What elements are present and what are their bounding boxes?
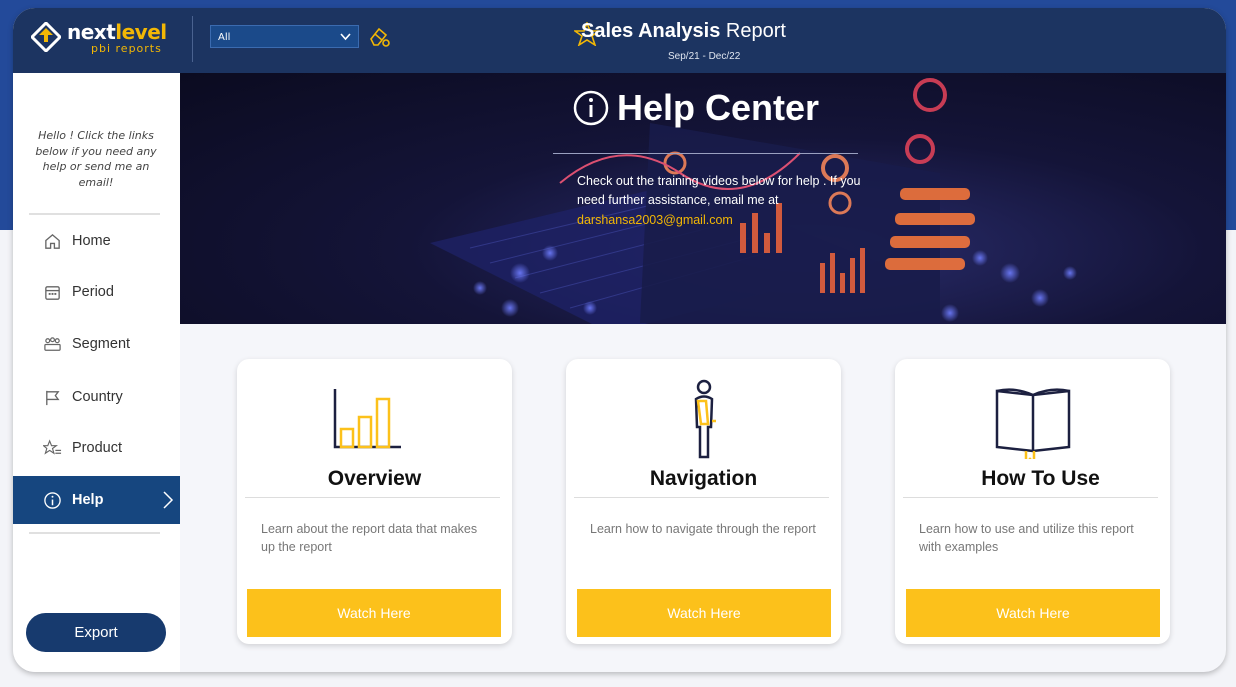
sidebar-item-label: Period	[72, 284, 114, 300]
sidebar-divider	[29, 213, 160, 215]
logo-diamond-icon	[31, 22, 61, 52]
export-button[interactable]: Export	[26, 613, 166, 652]
banner-divider	[553, 153, 858, 154]
brand-tagline: pbi reports	[91, 42, 162, 55]
sidebar-item-label: Help	[72, 492, 104, 508]
help-banner: Help Center Check out the training video…	[180, 73, 1226, 324]
report-title-block: Sales Analysis Report Sep/21 - Dec/22	[543, 20, 843, 70]
sidebar-item-label: Product	[72, 440, 122, 456]
card-divider	[245, 497, 500, 498]
report-period: Sep/21 - Dec/22	[668, 51, 741, 62]
sidebar-item-period[interactable]: Period	[13, 268, 180, 316]
sidebar-item-help[interactable]: Help	[13, 476, 180, 524]
help-message: Check out the training videos below for …	[577, 174, 861, 207]
header-divider	[192, 16, 193, 62]
flag-icon	[46, 390, 60, 405]
person-icon	[694, 379, 716, 459]
help-email-link[interactable]: darshansa2003@gmail.com	[577, 213, 733, 227]
watch-navigation-button[interactable]: Watch Here	[577, 589, 831, 637]
chevron-right-icon	[163, 491, 174, 509]
header: nextlevel pbi reports All Sales Analysis…	[13, 8, 1226, 73]
watch-overview-button[interactable]: Watch Here	[247, 589, 501, 637]
bar-chart-icon	[333, 389, 401, 449]
sidebar-item-segment[interactable]: Segment	[13, 320, 180, 368]
info-icon	[44, 491, 61, 509]
info-icon	[573, 90, 609, 126]
sidebar-item-product[interactable]: Product	[13, 424, 180, 472]
sidebar-item-country[interactable]: Country	[13, 373, 180, 421]
overview-card: Overview Learn about the report data tha…	[237, 359, 512, 644]
sidebar-item-label: Country	[72, 389, 123, 405]
logo: nextlevel pbi reports	[31, 20, 191, 60]
card-title: How To Use	[981, 467, 1100, 490]
home-icon	[45, 233, 60, 249]
star-list-icon	[43, 438, 62, 455]
slicer-value: All	[218, 32, 231, 43]
how-to-use-card: How To Use Learn how to use and utilize …	[895, 359, 1170, 644]
navigation-card: Navigation Learn how to navigate through…	[566, 359, 841, 644]
report-title: Sales Analysis Report	[581, 20, 786, 42]
help-center-title: Help Center	[573, 87, 819, 129]
sidebar-greeting: Hello ! Click the links below if you nee…	[35, 129, 157, 189]
sidebar-divider	[29, 532, 160, 534]
clear-filter-icon[interactable]	[367, 25, 391, 49]
card-divider	[903, 497, 1158, 498]
card-divider	[574, 497, 829, 498]
card-title: Navigation	[649, 467, 758, 490]
filter-slicer[interactable]: All	[210, 25, 359, 48]
brand-name: nextlevel	[67, 20, 167, 44]
card-description: Learn how to use and utilize this report…	[919, 522, 1134, 554]
report-frame: nextlevel pbi reports All Sales Analysis…	[13, 8, 1226, 672]
group-icon	[44, 336, 61, 351]
watch-how-to-use-button[interactable]: Watch Here	[906, 589, 1160, 637]
book-icon	[995, 388, 1071, 459]
card-title: Overview	[327, 467, 422, 490]
sidebar-item-label: Segment	[72, 336, 131, 352]
card-description: Learn about the report data that makes u…	[261, 522, 478, 554]
calendar-icon	[45, 285, 60, 300]
sidebar-item-home[interactable]: Home	[13, 217, 180, 265]
chevron-down-icon	[340, 33, 351, 41]
card-description: Learn how to navigate through the report	[590, 522, 816, 536]
sidebar: Hello ! Click the links below if you nee…	[13, 73, 180, 672]
sidebar-item-label: Home	[72, 233, 111, 249]
